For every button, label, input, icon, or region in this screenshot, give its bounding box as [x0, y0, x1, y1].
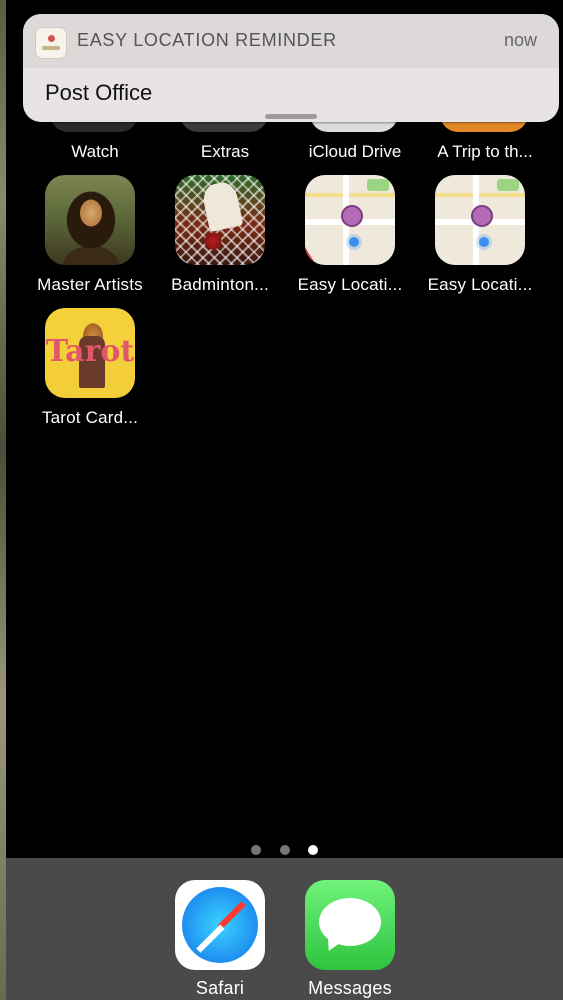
home-screen: Watch Extras iCloud Drive A Trip to th..… [6, 0, 563, 1000]
notification-time: now [503, 30, 537, 50]
page-dot-2[interactable] [279, 845, 290, 855]
notification-header: EASY LOCATION REMINDER now [23, 14, 559, 68]
location-pin [471, 205, 493, 227]
notification-banner[interactable]: EASY LOCATION REMINDER now Post Office [23, 14, 559, 122]
highway-stripe [305, 231, 333, 265]
map-icon[interactable] [435, 175, 525, 265]
shuttlecock-icon[interactable] [175, 175, 265, 265]
park-area [367, 179, 389, 191]
dock-label: Safari [195, 978, 245, 998]
speech-bubble-icon[interactable] [305, 880, 395, 970]
app-badminton[interactable]: Badminton... [155, 175, 285, 295]
current-location-dot [479, 237, 489, 247]
tarot-card-icon[interactable]: Tarot [45, 308, 135, 398]
dock-label: Messages [308, 978, 392, 998]
dock-app-messages[interactable]: Messages [285, 880, 415, 999]
current-location-dot [349, 237, 359, 247]
app-label: Easy Locati... [297, 275, 403, 294]
app-master-artists[interactable]: Master Artists [25, 175, 155, 295]
app-label: Easy Locati... [427, 275, 533, 294]
app-label: Master Artists [37, 275, 143, 294]
app-label: Tarot Card... [41, 408, 139, 427]
location-pin [341, 205, 363, 227]
app-easy-location-2[interactable]: Easy Locati... [415, 175, 545, 295]
app-label: Badminton... [171, 275, 269, 294]
mona-lisa-icon[interactable] [45, 175, 135, 265]
safari-compass-icon[interactable] [175, 880, 265, 970]
shuttlecock-feathers [200, 179, 244, 233]
icon-bar [42, 46, 60, 50]
easy-location-reminder-icon [35, 27, 67, 59]
app-tarot-card[interactable]: Tarot Tarot Card... [25, 308, 155, 428]
notification-message: Post Office [45, 80, 153, 105]
park-area [497, 179, 519, 191]
notification-app-name: EASY LOCATION REMINDER [77, 30, 337, 50]
map-icon[interactable] [305, 175, 395, 265]
tarot-icon-text: Tarot [45, 334, 135, 369]
notification-grabber-handle[interactable] [265, 114, 317, 119]
app-label-watch[interactable]: Watch [30, 142, 160, 162]
app-easy-location-1[interactable]: Easy Locati... [285, 175, 415, 295]
app-label-extras[interactable]: Extras [160, 142, 290, 162]
page-dot-3-active[interactable] [307, 845, 318, 855]
app-label-icloud-drive[interactable]: iCloud Drive [290, 142, 420, 162]
dock-app-safari[interactable]: Safari [155, 880, 285, 999]
pin-dot [48, 35, 55, 42]
app-label-trip[interactable]: A Trip to th... [420, 142, 550, 162]
dock: Safari Messages [6, 858, 563, 1000]
page-dot-1[interactable] [251, 845, 262, 855]
